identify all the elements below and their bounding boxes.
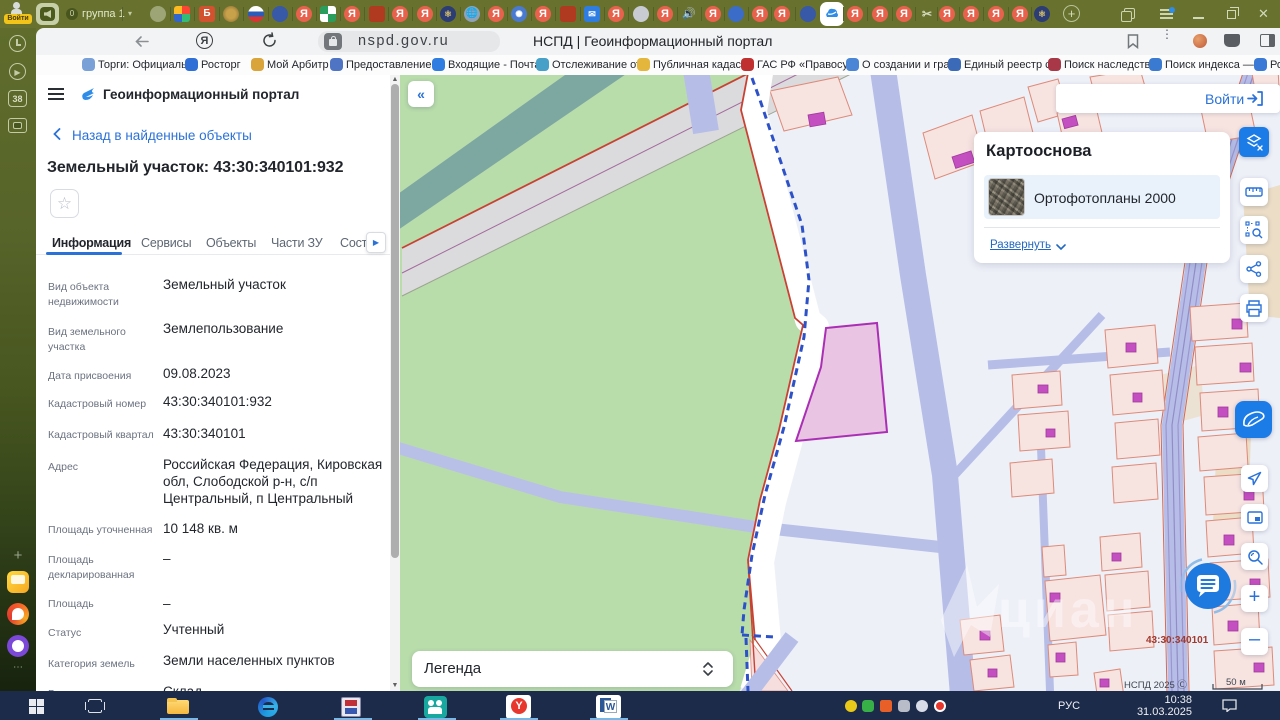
svg-text:43:30:340101: 43:30:340101 [1146, 635, 1209, 646]
svg-text:циан: циан [998, 581, 1138, 639]
svg-text:НСПД 2025 Ⓒ: НСПД 2025 Ⓒ [1124, 680, 1187, 691]
svg-text:50 м: 50 м [1226, 677, 1246, 688]
